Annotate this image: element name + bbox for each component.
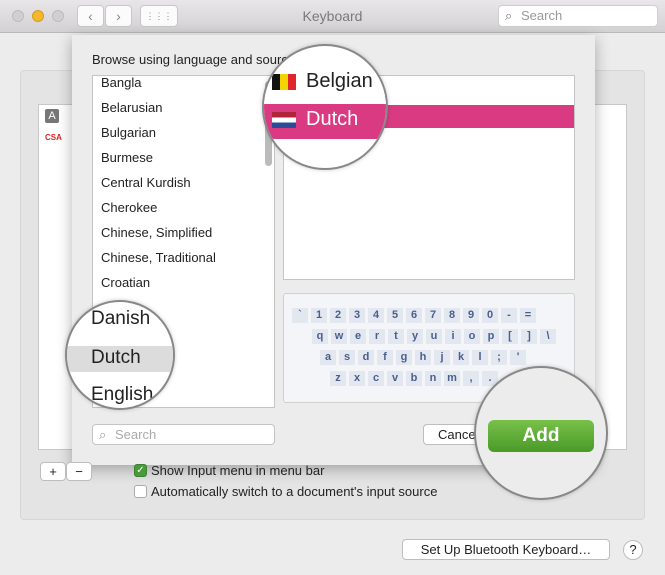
language-english[interactable]: English [91,384,153,406]
key: g [396,350,412,365]
key: r [369,329,385,344]
key: 8 [444,308,460,323]
language-item[interactable]: Croatian [101,275,150,290]
key: h [415,350,431,365]
language-item[interactable]: Bangla [101,76,141,90]
language-dutch[interactable]: Dutch [91,347,141,369]
key: l [472,350,488,365]
magnifier-languages: Danish Dutch English [65,300,175,410]
canada-csa-icon: CSA [45,133,62,142]
key: q [312,329,328,344]
help-button[interactable]: ? [623,540,643,560]
search-icon: ⌕ [99,427,107,442]
key: , [463,371,479,386]
language-danish[interactable]: Danish [91,308,150,330]
key: u [426,329,442,344]
add-button[interactable]: Add [488,420,594,452]
language-item[interactable]: Central Kurdish [101,175,191,190]
key: x [349,371,365,386]
key: 5 [387,308,403,323]
add-input-source-button[interactable]: + [40,462,66,481]
magnifier-layouts: Belgian Dutch [262,44,388,170]
key: k [453,350,469,365]
remove-input-source-button[interactable]: − [66,462,92,481]
key: v [387,371,403,386]
key: d [358,350,374,365]
auto-switch-checkbox[interactable] [134,485,147,498]
key: ` [292,308,308,323]
key: y [407,329,423,344]
layout-dutch-label: Dutch [306,108,359,130]
key: f [377,350,393,365]
key: a [320,350,336,365]
auto-switch-label: Automatically switch to a document's inp… [151,484,438,499]
key: = [520,308,536,323]
magnifier-add-button: Add [474,366,608,500]
key: - [501,308,517,323]
key: 0 [482,308,498,323]
input-source-a-icon: A [45,109,59,123]
key: ' [510,350,526,365]
key: t [388,329,404,344]
key: p [483,329,499,344]
key: \ [540,329,556,344]
key: 6 [406,308,422,323]
title-bar: ‹ › ⋮⋮⋮ Keyboard ⌕ Search [0,0,665,33]
key: [ [502,329,518,344]
search-field[interactable]: ⌕ Search [498,5,658,27]
layout-belgian[interactable]: Belgian [306,70,373,93]
search-placeholder: Search [115,427,157,442]
search-placeholder: Search [521,8,563,23]
key: w [331,329,347,344]
belgium-flag-icon [272,74,296,90]
key: m [444,371,460,386]
key: s [339,350,355,365]
key: ; [491,350,507,365]
key: 7 [425,308,441,323]
language-item[interactable]: Belarusian [101,100,162,115]
key: z [330,371,346,386]
key: o [464,329,480,344]
key: c [368,371,384,386]
language-item[interactable]: Bulgarian [101,125,156,140]
language-search-input[interactable]: ⌕ Search [92,424,275,445]
key: ] [521,329,537,344]
language-item[interactable]: Burmese [101,150,153,165]
key: j [434,350,450,365]
key: 4 [368,308,384,323]
netherlands-flag-icon [272,112,296,128]
search-icon: ⌕ [505,8,513,23]
key: 2 [330,308,346,323]
key: 1 [311,308,327,323]
setup-bluetooth-keyboard-button[interactable]: Set Up Bluetooth Keyboard… [402,539,610,560]
key: n [425,371,441,386]
language-item[interactable]: Chinese, Simplified [101,225,212,240]
key: b [406,371,422,386]
key: 3 [349,308,365,323]
show-input-menu-checkbox[interactable]: ✓ [134,464,147,477]
key: i [445,329,461,344]
key: 9 [463,308,479,323]
language-item[interactable]: Chinese, Traditional [101,250,216,265]
language-item[interactable]: Cherokee [101,200,157,215]
key: e [350,329,366,344]
show-input-menu-label: Show Input menu in menu bar [151,463,325,478]
